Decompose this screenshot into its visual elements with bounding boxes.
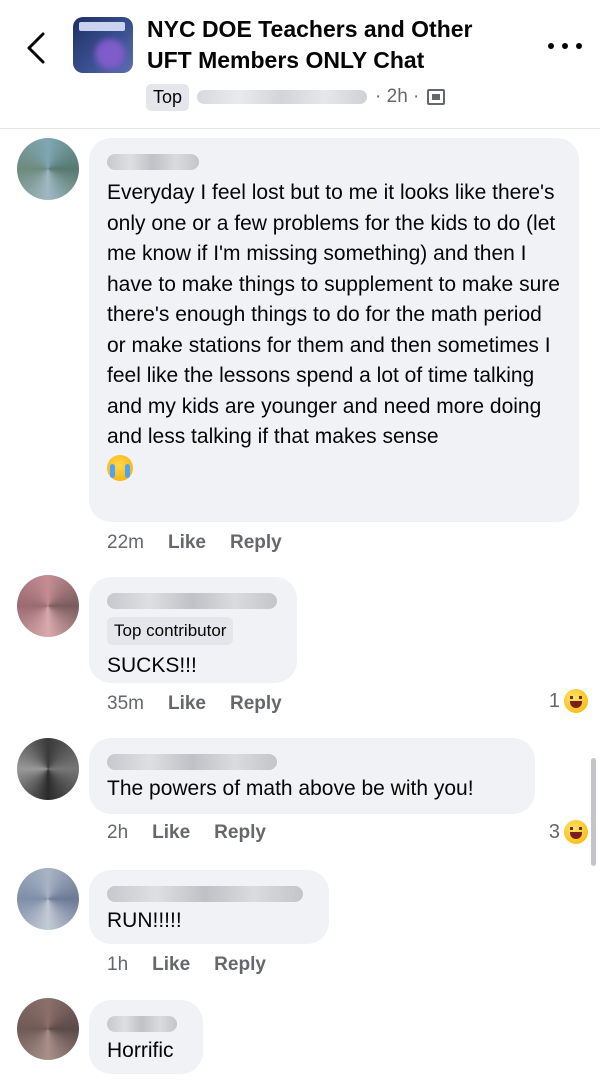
avatar[interactable]	[17, 738, 79, 800]
comment-bubble: Top contributor SUCKS!!!	[89, 577, 297, 683]
comment-actions: 35m Like Reply	[107, 693, 282, 715]
avatar[interactable]	[17, 575, 79, 637]
top-badge: Top	[146, 83, 190, 111]
post-header: NYC DOE Teachers and Other UFT Members O…	[0, 0, 600, 129]
group-title[interactable]: NYC DOE Teachers and Other UFT Members O…	[147, 14, 507, 76]
reply-button[interactable]: Reply	[230, 693, 282, 715]
crying-face-icon	[107, 454, 133, 481]
comment-time[interactable]: 2h	[107, 822, 128, 844]
comment-text: The powers of math above be with you!	[107, 777, 474, 800]
like-button[interactable]: Like	[152, 954, 190, 976]
reaction-summary[interactable]: 1	[549, 689, 588, 713]
reply-button[interactable]: Reply	[230, 532, 282, 554]
commenter-name-redacted[interactable]	[107, 1016, 177, 1032]
reply-button[interactable]: Reply	[214, 954, 266, 976]
avatar[interactable]	[17, 998, 79, 1060]
back-button[interactable]	[18, 26, 54, 70]
comment-text: Everyday I feel lost but to me it looks …	[107, 181, 566, 448]
group-avatar[interactable]	[73, 17, 133, 73]
comment-time[interactable]: 1h	[107, 954, 128, 976]
post-time[interactable]: · 2h ·	[375, 86, 419, 108]
avatar[interactable]	[17, 138, 79, 200]
haha-icon	[564, 689, 588, 713]
author-name-redacted[interactable]	[197, 90, 368, 104]
group-icon	[427, 89, 446, 105]
like-button[interactable]: Like	[152, 822, 190, 844]
reply-button[interactable]: Reply	[214, 822, 266, 844]
comment-text: RUN!!!!!	[107, 909, 182, 932]
commenter-name-redacted[interactable]	[107, 754, 277, 770]
comment-bubble: Everyday I feel lost but to me it looks …	[89, 138, 579, 522]
commenter-name-redacted[interactable]	[107, 886, 303, 902]
comment-bubble: RUN!!!!!	[89, 870, 329, 944]
comment-bubble: The powers of math above be with you!	[89, 738, 535, 814]
top-contributor-badge: Top contributor	[107, 617, 234, 645]
commenter-name-redacted[interactable]	[107, 154, 199, 170]
comment-time[interactable]: 22m	[107, 532, 144, 554]
reaction-count: 3	[548, 820, 560, 843]
haha-icon	[564, 820, 588, 844]
comment-actions: 2h Like Reply	[107, 822, 266, 844]
more-options-button[interactable]	[548, 36, 582, 56]
comment-text: Horrific	[107, 1039, 174, 1062]
scrollbar[interactable]	[591, 758, 596, 866]
more-horizontal-icon	[548, 43, 554, 49]
post-meta: Top · 2h ·	[146, 83, 446, 111]
like-button[interactable]: Like	[168, 693, 206, 715]
comment-actions: 1h Like Reply	[107, 954, 266, 976]
reaction-count: 1	[548, 689, 560, 712]
comment-time[interactable]: 35m	[107, 693, 144, 715]
like-button[interactable]: Like	[168, 532, 206, 554]
comment-actions: 22m Like Reply	[107, 532, 282, 554]
avatar[interactable]	[17, 868, 79, 930]
chevron-left-icon	[27, 32, 45, 64]
reaction-summary[interactable]: 3	[549, 820, 588, 844]
comment-text: SUCKS!!!	[107, 654, 197, 677]
comment-bubble: Horrific	[89, 1000, 203, 1074]
commenter-name-redacted[interactable]	[107, 593, 277, 609]
